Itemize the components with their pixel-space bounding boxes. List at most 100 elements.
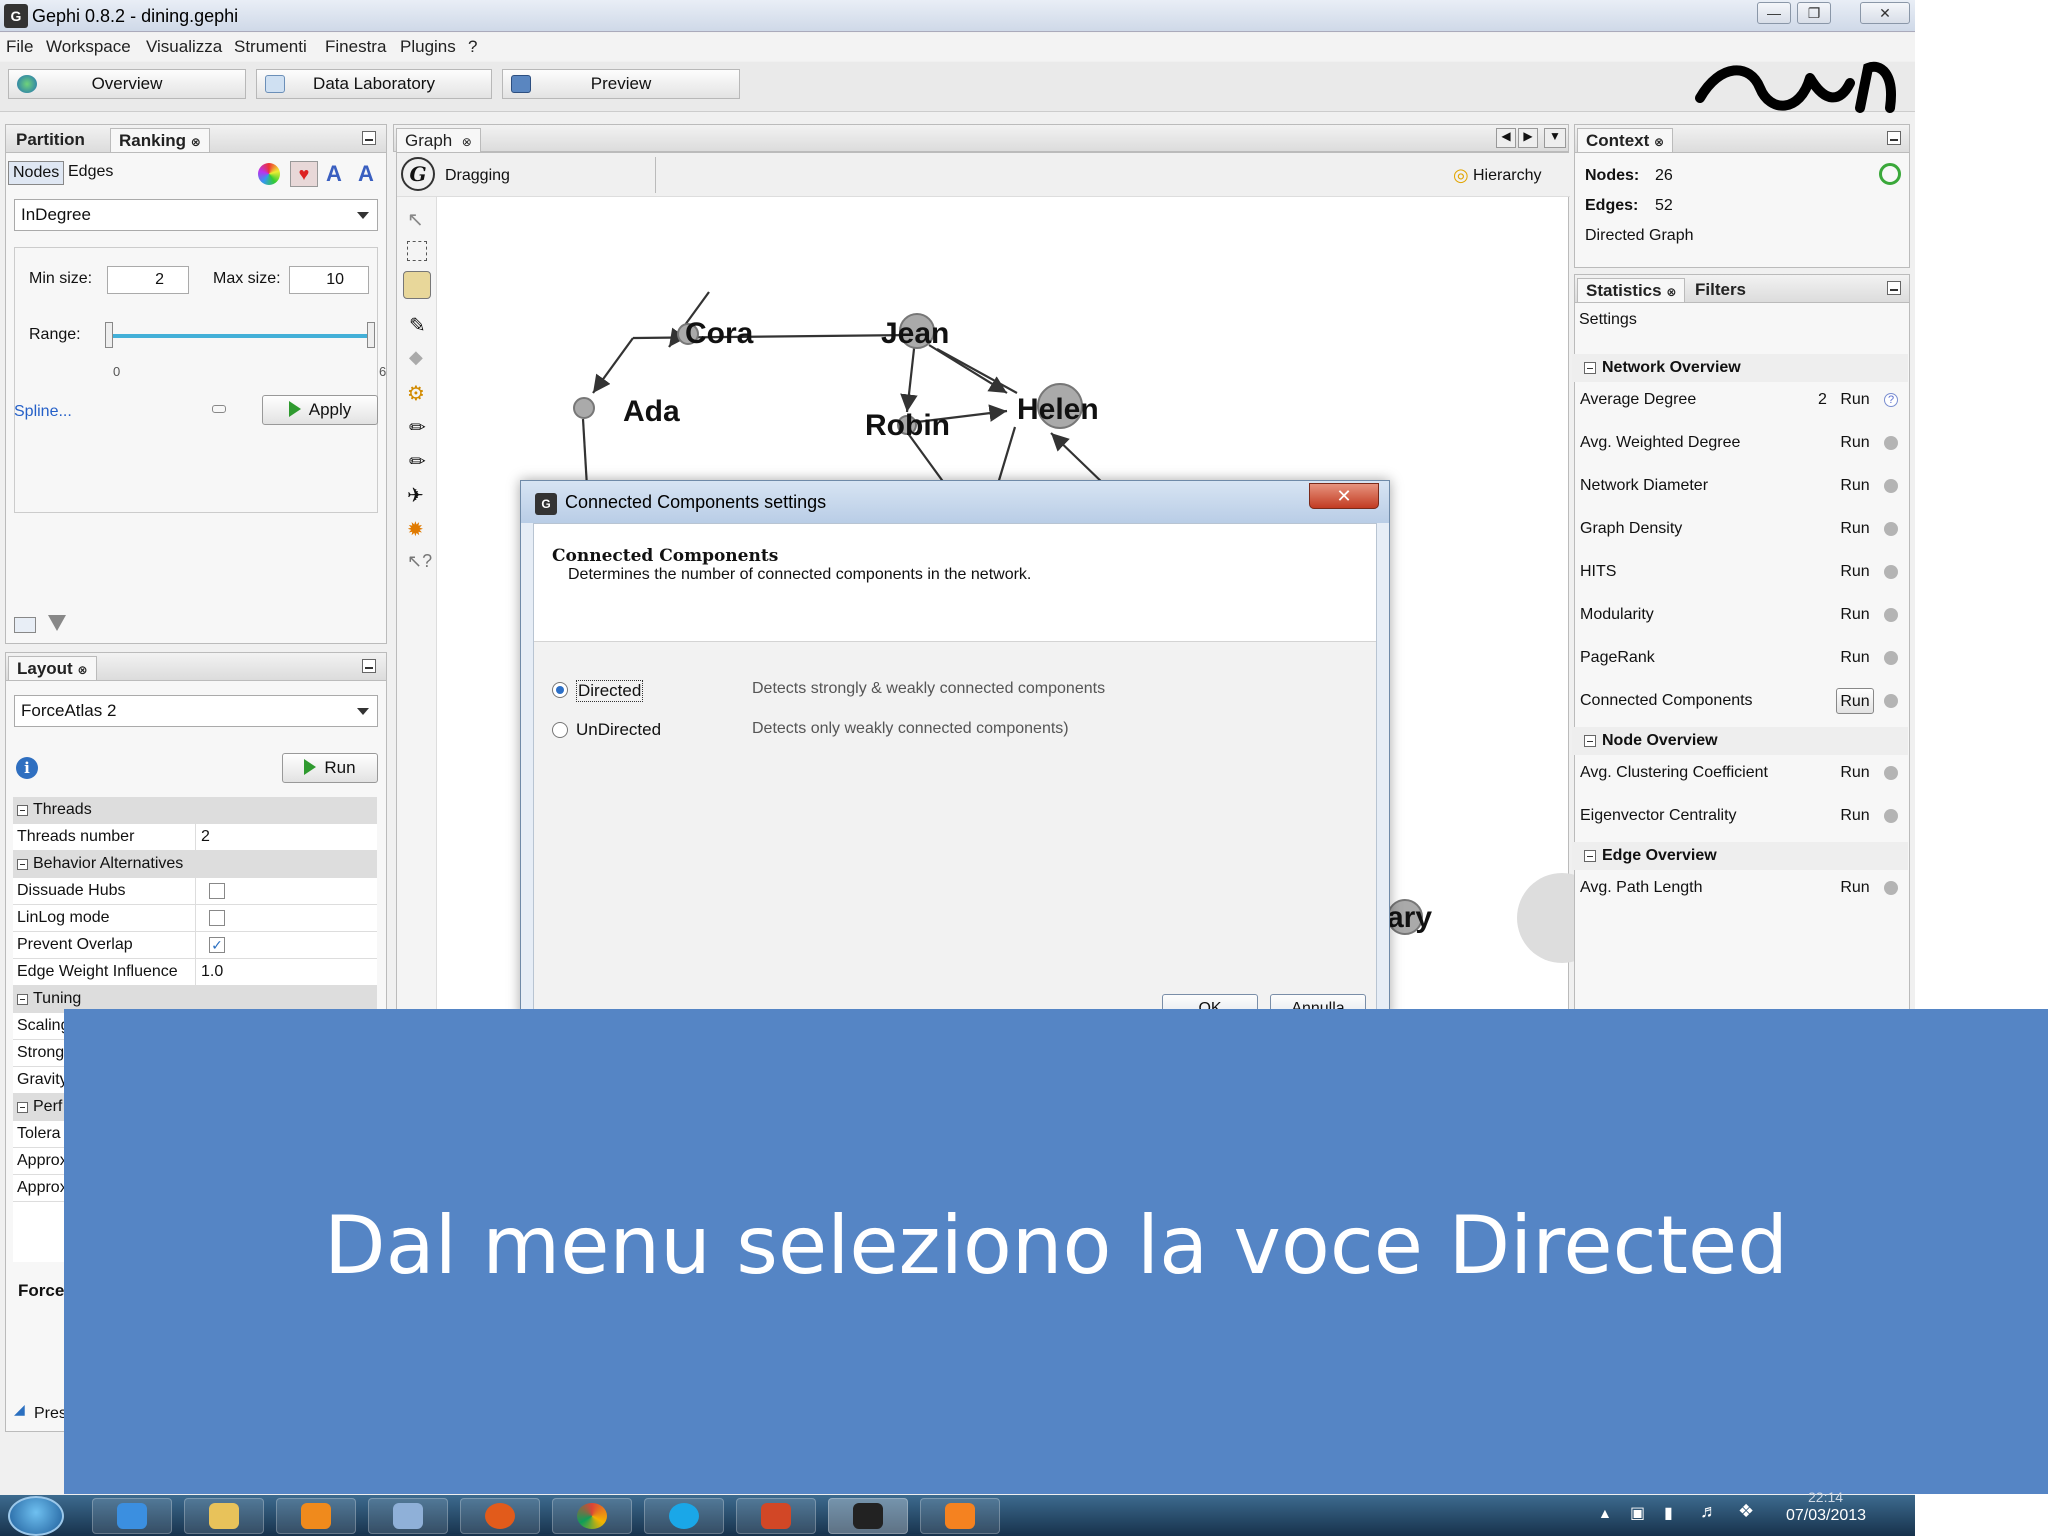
run-avg-weighted-degree-button[interactable]: Run [1836, 430, 1874, 456]
close-tab-icon[interactable]: ⊗ [1666, 285, 1676, 299]
close-tab-icon[interactable]: ⊗ [191, 135, 201, 149]
subtab-edges[interactable]: Edges [64, 161, 117, 185]
run-connected-components-button[interactable]: Run [1836, 688, 1874, 714]
color-wheel-icon[interactable] [258, 163, 280, 185]
pointer-question-icon[interactable]: ↖? [407, 551, 432, 572]
menu-workspace[interactable]: Workspace [46, 37, 131, 57]
run-modularity-button[interactable]: Run [1836, 602, 1874, 628]
apply-button[interactable]: Apply [262, 395, 378, 425]
taskbar-vlc[interactable] [920, 1498, 1000, 1534]
presets-label[interactable]: Pres [34, 1405, 67, 1423]
clock-time[interactable]: 22:14 [1808, 1489, 1843, 1505]
section-threads[interactable]: Threads [13, 797, 377, 824]
directed-label[interactable]: Directed [576, 680, 644, 702]
label-color-icon[interactable]: A [326, 161, 342, 187]
table-view-icon[interactable] [14, 617, 36, 633]
filter-icon[interactable] [48, 615, 66, 631]
menu-file[interactable]: File [6, 37, 33, 57]
taskbar-firefox[interactable] [460, 1498, 540, 1534]
section-edge-overview[interactable]: Edge Overview [1572, 842, 1908, 870]
undirected-label[interactable]: UnDirected [576, 720, 661, 740]
clock-date[interactable]: 07/03/2013 [1786, 1507, 1866, 1525]
taskbar-chrome[interactable] [552, 1498, 632, 1534]
linlog-mode-checkbox[interactable] [209, 910, 225, 926]
run-layout-button[interactable]: Run [282, 753, 378, 783]
minimize-panel-icon[interactable] [1887, 131, 1901, 145]
pointer-icon[interactable]: ↖ [407, 207, 424, 232]
range-slider-min-handle[interactable] [105, 322, 113, 348]
tray-expand-icon[interactable]: ▲ [1598, 1505, 1612, 1521]
hierarchy-label[interactable]: Hierarchy [1473, 167, 1541, 185]
close-tab-icon[interactable]: ⊗ [1654, 135, 1664, 149]
presets-icon[interactable]: ◢ [14, 1401, 25, 1418]
taskbar-explorer[interactable] [184, 1498, 264, 1534]
subtab-nodes[interactable]: Nodes [8, 161, 65, 185]
data-laboratory-button[interactable]: Data Laboratory [256, 69, 492, 99]
network-icon[interactable]: ▣ [1630, 1503, 1645, 1523]
tab-partition[interactable]: Partition [8, 128, 93, 152]
pencil-icon[interactable]: ✏ [409, 415, 426, 440]
settings-link[interactable]: Settings [1579, 311, 1637, 329]
refresh-icon[interactable] [1879, 163, 1901, 185]
scroll-left-icon[interactable]: ◀ [1496, 128, 1516, 148]
max-size-stepper[interactable]: 10 [289, 266, 369, 294]
prevent-overlap-checkbox[interactable]: ✓ [209, 937, 225, 953]
menu-strumenti[interactable]: Strumenti [234, 37, 307, 57]
shortest-path-icon[interactable]: ✈ [407, 483, 424, 508]
preview-button[interactable]: Preview [502, 69, 740, 99]
dissuade-hubs-checkbox[interactable] [209, 883, 225, 899]
taskbar-tools[interactable] [368, 1498, 448, 1534]
min-size-stepper[interactable]: 2 [107, 266, 189, 294]
layout-algorithm-select[interactable]: ForceAtlas 2 [14, 695, 378, 727]
menu-help[interactable]: ? [468, 37, 477, 57]
minimize-panel-icon[interactable] [362, 659, 376, 673]
gephi-tool-icon[interactable]: G [401, 157, 435, 191]
close-tab-icon[interactable]: ⊗ [77, 663, 87, 677]
menu-plugins[interactable]: Plugins [400, 37, 456, 57]
drag-hand-icon[interactable] [403, 271, 431, 299]
menu-visualizza[interactable]: Visualizza [146, 37, 222, 57]
section-node-overview[interactable]: Node Overview [1572, 727, 1908, 755]
ranking-metric-select[interactable]: InDegree [14, 199, 378, 231]
tab-graph[interactable]: Graph ⊗ [396, 128, 481, 152]
taskbar-ie[interactable] [92, 1498, 172, 1534]
row-edge-weight-influence[interactable]: Edge Weight Influence 1.0 [13, 959, 377, 986]
section-behavior-alternatives[interactable]: Behavior Alternatives [13, 851, 377, 878]
tab-layout[interactable]: Layout ⊗ [8, 656, 97, 680]
run-network-diameter-button[interactable]: Run [1836, 473, 1874, 499]
run-avg-clustering-coefficient-button[interactable]: Run [1836, 760, 1874, 786]
tab-filters[interactable]: Filters [1687, 278, 1754, 302]
signal-icon[interactable]: ▮ [1664, 1503, 1673, 1523]
color-node-icon[interactable]: ⚙ [407, 381, 425, 406]
undirected-radio[interactable] [552, 722, 568, 738]
diamond-icon[interactable]: ◆ [409, 347, 423, 368]
section-network-overview[interactable]: Network Overview [1572, 354, 1908, 382]
volume-icon[interactable]: ♬ [1700, 1501, 1718, 1522]
close-tab-icon[interactable]: ⊗ [462, 135, 472, 149]
brush-icon[interactable]: ✎ [409, 313, 426, 338]
overview-button[interactable]: Overview [8, 69, 246, 99]
label-size-icon[interactable]: A [358, 161, 374, 187]
edge-pencil-icon[interactable]: ✏ [409, 449, 426, 474]
run-graph-density-button[interactable]: Run [1836, 516, 1874, 542]
range-slider[interactable] [109, 334, 371, 338]
taskbar-gephi[interactable] [828, 1498, 908, 1534]
graph-node-ada[interactable] [573, 397, 595, 419]
taskbar-media-player[interactable] [276, 1498, 356, 1534]
tab-statistics[interactable]: Statistics ⊗ [1577, 278, 1686, 302]
info-icon[interactable]: i [16, 757, 38, 779]
directed-radio[interactable] [552, 682, 568, 698]
dialog-close-button[interactable]: ✕ [1309, 483, 1379, 509]
run-pagerank-button[interactable]: Run [1836, 645, 1874, 671]
spline-link[interactable]: Spline... [14, 403, 72, 421]
heat-map-icon[interactable]: ✹ [407, 517, 424, 542]
minimize-panel-icon[interactable] [1887, 281, 1901, 295]
restore-icon[interactable]: ❐ [1797, 2, 1831, 24]
menu-finestra[interactable]: Finestra [325, 37, 386, 57]
tab-list-chevron-down-icon[interactable]: ▼ [1544, 128, 1566, 148]
run-eigenvector-centrality-button[interactable]: Run [1836, 803, 1874, 829]
run-avg-path-length-button[interactable]: Run [1836, 875, 1874, 901]
minimize-panel-icon[interactable] [362, 131, 376, 145]
row-threads-number[interactable]: Threads number 2 [13, 824, 377, 851]
taskbar-powerpoint[interactable] [736, 1498, 816, 1534]
